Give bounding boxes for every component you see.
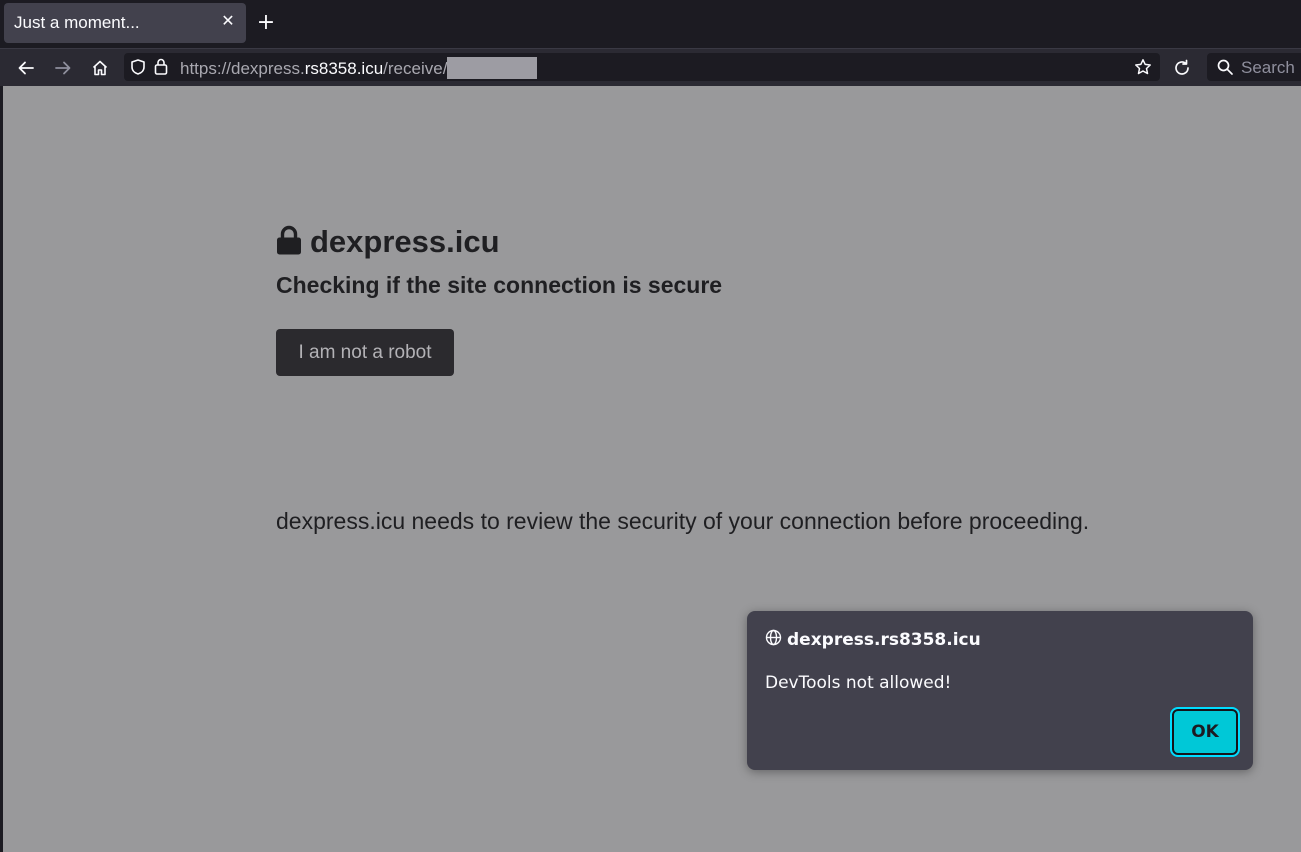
not-a-robot-button[interactable]: I am not a robot [276, 329, 454, 376]
tab-title: Just a moment... [14, 13, 140, 32]
shield-icon[interactable] [129, 58, 147, 80]
url-path: /receive/ [383, 59, 448, 78]
security-message: dexpress.icu needs to review the securit… [276, 508, 1090, 534]
lock-icon[interactable] [153, 57, 169, 80]
dialog-origin-label: dexpress.rs8358.icu [787, 629, 981, 650]
globe-icon [765, 629, 782, 650]
url-prefix: https://dexpress. [180, 59, 305, 78]
site-title: dexpress.icu [310, 224, 500, 259]
page-content: dexpress.icu Checking if the site connec… [3, 86, 1301, 852]
nav-bar: https://dexpress.rs8358.icu/receive/ Sea… [0, 48, 1301, 86]
close-tab-icon[interactable]: ✕ [218, 11, 238, 31]
tab-strip: Just a moment... ✕ + [0, 0, 1301, 48]
search-icon [1216, 58, 1234, 80]
forward-icon[interactable] [49, 54, 77, 82]
ok-button[interactable]: OK [1170, 707, 1240, 757]
search-box[interactable]: Search [1207, 53, 1301, 81]
url-redacted-block [447, 57, 538, 79]
bookmark-star-icon[interactable] [1134, 58, 1152, 80]
url-bar[interactable]: https://dexpress.rs8358.icu/receive/ [124, 53, 1160, 81]
page-subtitle: Checking if the site connection is secur… [276, 272, 723, 298]
reload-icon[interactable] [1168, 54, 1196, 82]
url-domain: rs8358.icu [304, 59, 384, 78]
alert-dialog: dexpress.rs8358.icu DevTools not allowed… [747, 611, 1253, 770]
search-input[interactable]: Search [1241, 58, 1295, 78]
dialog-message: DevTools not allowed! [765, 673, 952, 693]
dialog-origin: dexpress.rs8358.icu [765, 629, 981, 650]
back-icon[interactable] [12, 54, 40, 82]
home-icon[interactable] [86, 54, 114, 82]
url-text[interactable]: https://dexpress.rs8358.icu/receive/ [180, 57, 538, 79]
lock-icon [276, 225, 302, 259]
site-heading: dexpress.icu [276, 224, 500, 260]
new-tab-icon[interactable]: + [254, 12, 278, 36]
tab-active[interactable]: Just a moment... ✕ [4, 3, 246, 43]
